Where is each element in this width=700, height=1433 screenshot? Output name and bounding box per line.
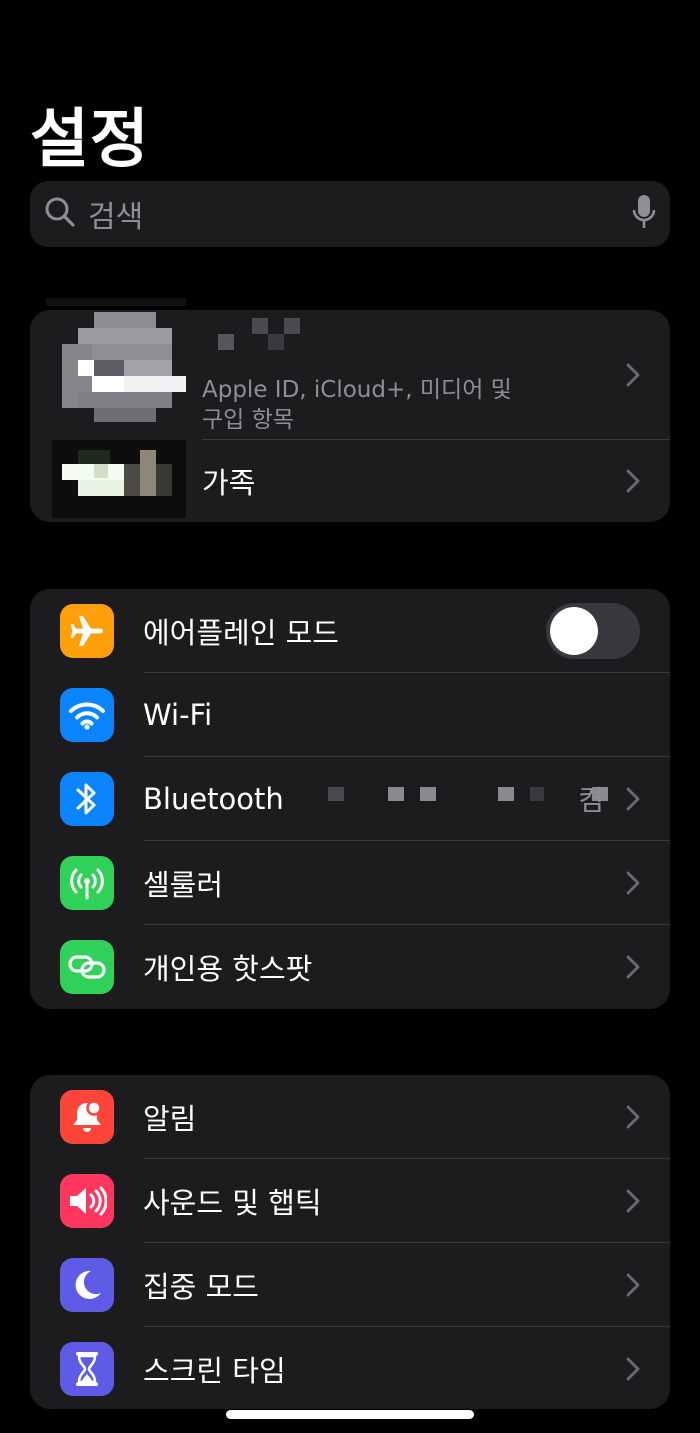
screen-time-row[interactable]: 스크린 타임 xyxy=(30,1327,670,1409)
hotspot-link-icon xyxy=(60,940,114,994)
notifications-label: 알림 xyxy=(143,1102,197,1136)
account-subtitle-line2: 구입 항목 xyxy=(202,407,294,433)
hotspot-row[interactable]: 개인용 핫스팟 xyxy=(30,925,670,1009)
page-title: 설정 xyxy=(30,103,150,177)
search-bar[interactable]: 검색 xyxy=(30,181,670,247)
cellular-row[interactable]: 셀룰러 xyxy=(30,841,670,925)
focus-label: 집중 모드 xyxy=(143,1270,259,1304)
bell-icon xyxy=(60,1090,114,1144)
connectivity-card: 에어플레인 모드 Wi-Fi Bluetooth 켬 셀룰러 개인용 핫스팟 xyxy=(30,589,670,1009)
focus-row[interactable]: 집중 모드 xyxy=(30,1243,670,1327)
hotspot-label: 개인용 핫스팟 xyxy=(143,952,313,986)
hourglass-icon xyxy=(60,1342,114,1396)
chevron-right-icon xyxy=(626,955,640,979)
cellular-antenna-icon xyxy=(60,856,114,910)
sounds-haptics-label: 사운드 및 햅틱 xyxy=(143,1186,322,1220)
chevron-right-icon xyxy=(626,787,640,811)
cellular-label: 셀룰러 xyxy=(143,868,224,902)
sounds-haptics-row[interactable]: 사운드 및 햅틱 xyxy=(30,1159,670,1243)
account-subtitle-line1: Apple ID, iCloud+, 미디어 및 xyxy=(202,377,512,403)
chevron-right-icon xyxy=(626,1357,640,1381)
bluetooth-icon xyxy=(60,772,114,826)
wifi-icon xyxy=(60,688,114,742)
chevron-right-icon xyxy=(626,363,640,387)
avatar[interactable] xyxy=(46,298,186,428)
search-placeholder: 검색 xyxy=(88,200,144,235)
microphone-icon[interactable] xyxy=(632,194,656,234)
chevron-right-icon xyxy=(626,1273,640,1297)
search-icon xyxy=(44,196,76,232)
wifi-row[interactable]: Wi-Fi xyxy=(30,673,670,801)
notifications-row[interactable]: 알림 xyxy=(30,1075,670,1159)
chevron-right-icon xyxy=(626,469,640,493)
family-avatars xyxy=(52,440,186,518)
moon-icon xyxy=(60,1258,114,1312)
bluetooth-status: 켬 xyxy=(578,784,604,817)
chevron-right-icon xyxy=(626,871,640,895)
airplane-mode-row: 에어플레인 모드 xyxy=(30,589,670,673)
home-indicator[interactable] xyxy=(226,1410,474,1419)
account-name-redacted xyxy=(202,314,312,358)
speaker-icon xyxy=(60,1174,114,1228)
airplane-mode-label: 에어플레인 모드 xyxy=(143,616,339,650)
screen-time-label: 스크린 타임 xyxy=(143,1354,286,1388)
family-label: 가족 xyxy=(202,466,256,500)
general-card: 알림 사운드 및 햅틱 집중 모드 스크린 타임 xyxy=(30,1075,670,1409)
chevron-right-icon xyxy=(626,1105,640,1129)
wifi-label: Wi-Fi xyxy=(143,698,213,732)
airplane-icon xyxy=(60,604,114,658)
bluetooth-label: Bluetooth xyxy=(143,782,284,816)
airplane-mode-toggle[interactable] xyxy=(546,603,640,659)
chevron-right-icon xyxy=(626,1189,640,1213)
bluetooth-row[interactable]: Bluetooth 켬 xyxy=(30,757,670,841)
